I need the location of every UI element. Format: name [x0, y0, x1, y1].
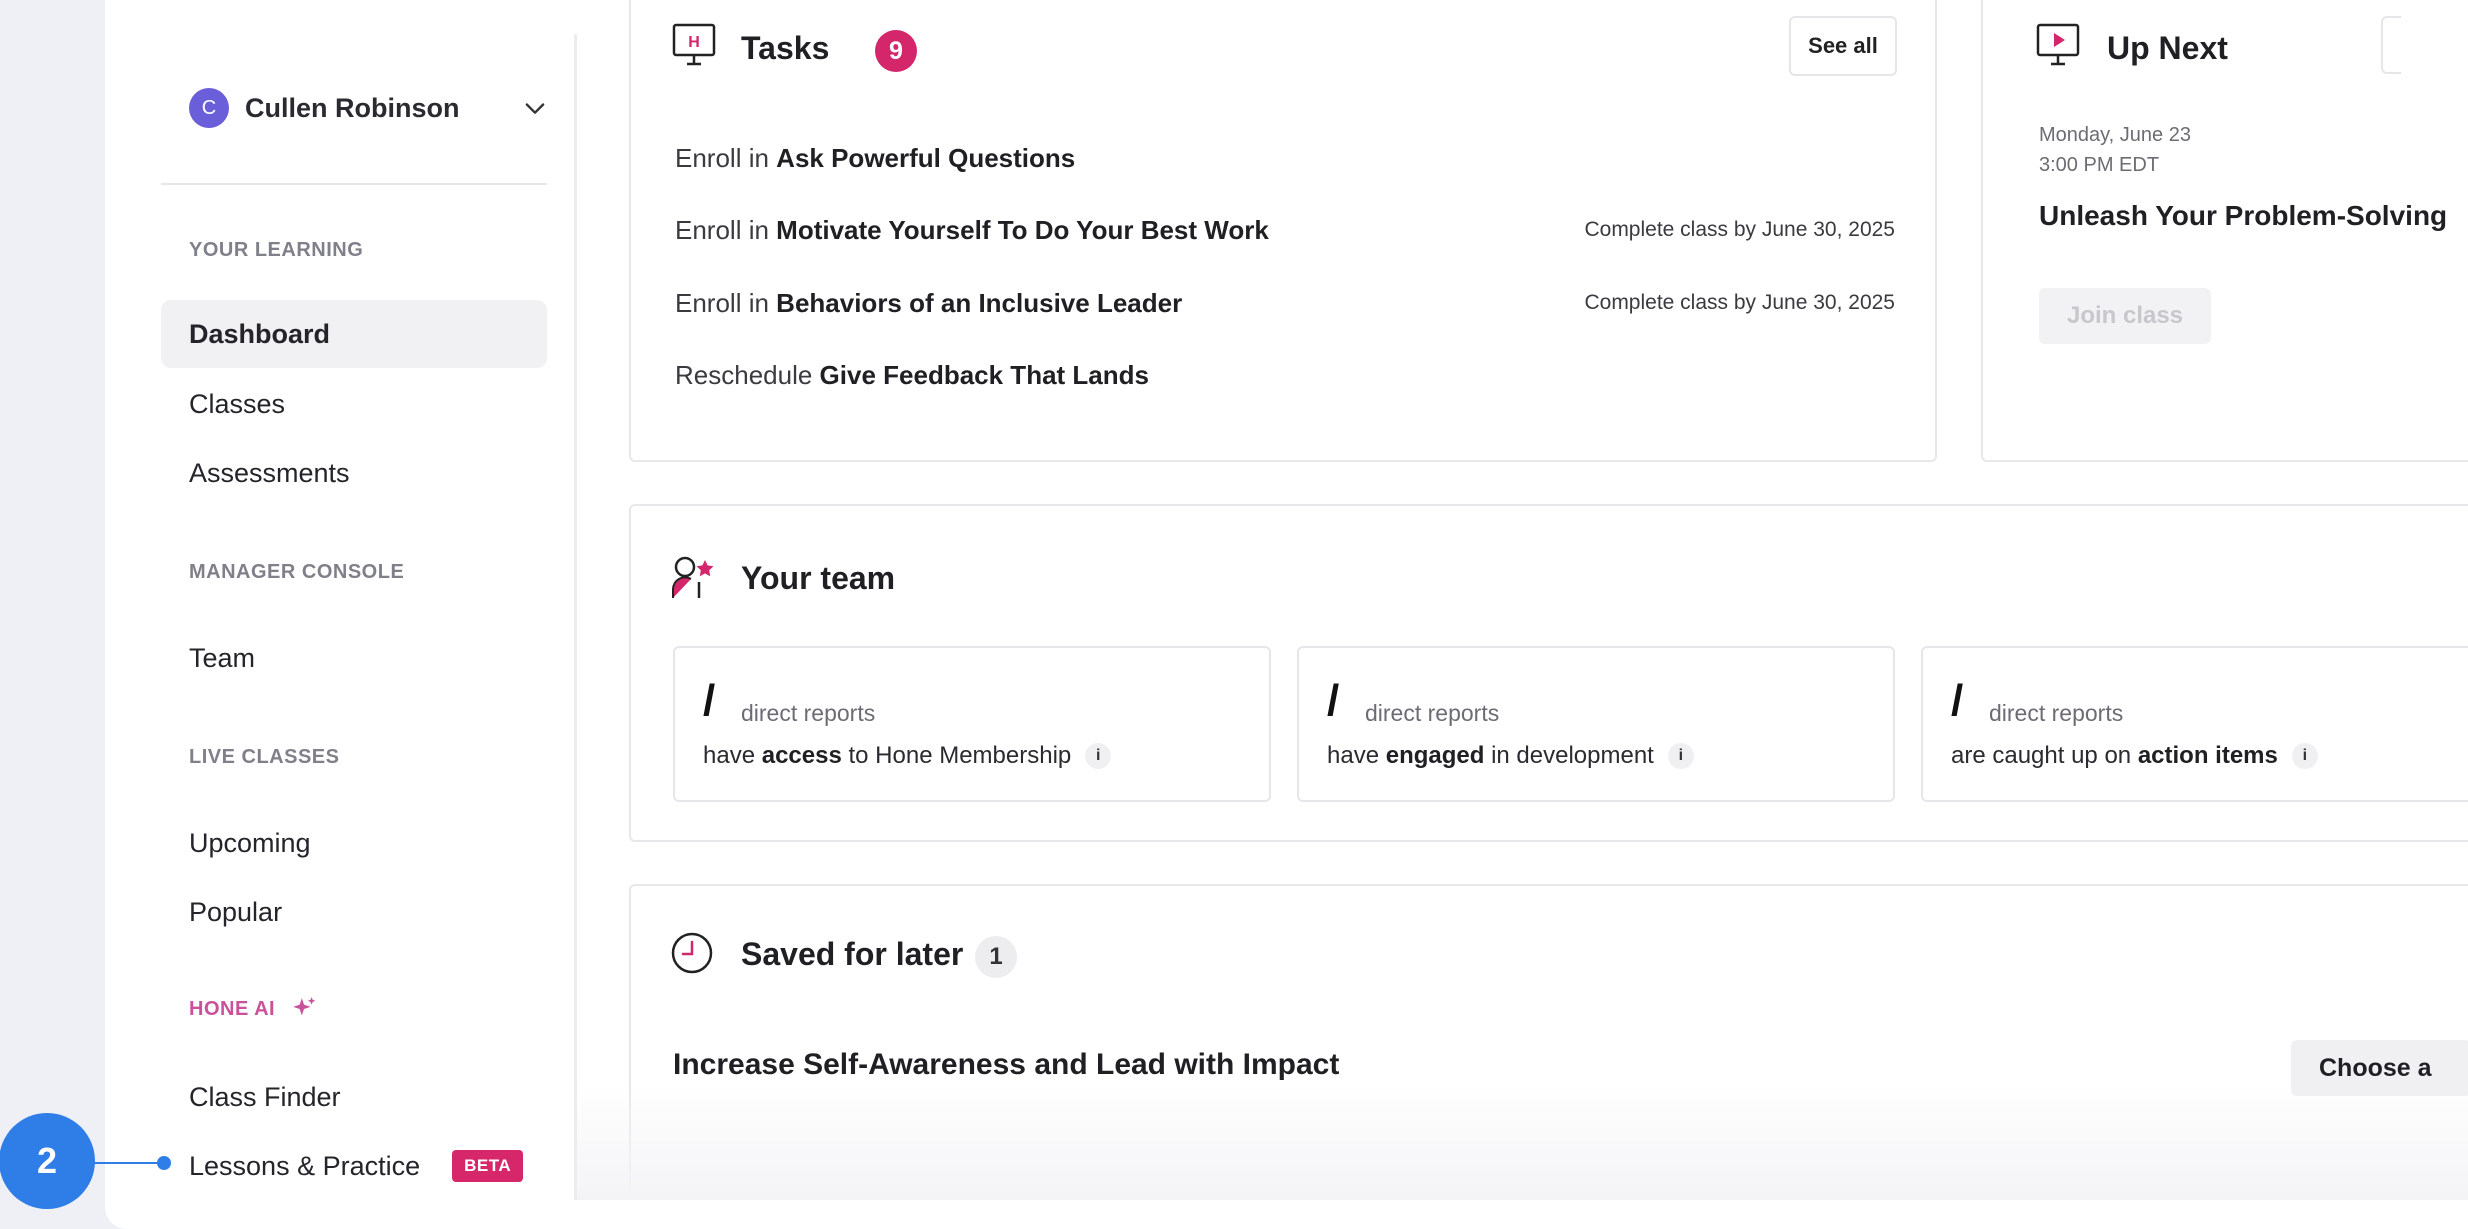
- up-next-title: Up Next: [2107, 30, 2228, 66]
- chevron-down-icon[interactable]: [521, 94, 549, 122]
- task-text: Enroll in Behaviors of an Inclusive Lead…: [675, 287, 1183, 318]
- task-text: Enroll in Ask Powerful Questions: [675, 142, 1076, 173]
- monitor-icon: H: [672, 23, 716, 66]
- sidebar-item-class-finder[interactable]: Class Finder: [161, 1063, 547, 1131]
- marker-dot: [157, 1156, 171, 1170]
- sidebar-item-classes[interactable]: Classes: [161, 370, 547, 438]
- stat-description: have engaged in development i: [1327, 742, 1694, 770]
- stat-description: have access to Hone Membership i: [703, 742, 1112, 770]
- task-row[interactable]: Enroll in Motivate Yourself To Do Your B…: [675, 210, 1895, 250]
- up-next-date: Monday, June 23: [2039, 124, 2191, 146]
- task-row[interactable]: Reschedule Give Feedback That Lands: [675, 355, 1895, 395]
- tasks-count-badge: 9: [875, 30, 917, 72]
- stat-value: /: [1327, 676, 1340, 725]
- stat-value: /: [703, 676, 716, 725]
- your-team-card: Your team / direct reports have access t…: [629, 504, 2468, 842]
- tasks-card: H Tasks 9 See all Enroll in Ask Powerful…: [629, 0, 1937, 462]
- svg-text:H: H: [688, 34, 700, 51]
- stat-card-action-items: / direct reports are caught up on action…: [1921, 646, 2468, 802]
- see-all-button[interactable]: See all: [1789, 16, 1897, 76]
- info-icon[interactable]: i: [2291, 743, 2318, 769]
- user-menu[interactable]: C Cullen Robinson: [189, 86, 549, 130]
- saved-title: Saved for later: [741, 936, 964, 972]
- up-next-time: 3:00 PM EDT: [2039, 154, 2160, 176]
- stat-caption: direct reports: [1365, 700, 1500, 726]
- stat-value: /: [1951, 676, 1964, 725]
- info-icon[interactable]: i: [1085, 743, 1112, 769]
- sidebar-item-popular[interactable]: Popular: [161, 878, 547, 946]
- sidebar: C Cullen Robinson YOUR LEARNING Dashboar…: [105, 0, 575, 1200]
- divider: [161, 183, 547, 185]
- marker-connector: [94, 1162, 164, 1164]
- sidebar-item-dashboard[interactable]: Dashboard: [161, 300, 547, 368]
- stat-caption: direct reports: [1989, 700, 2124, 726]
- saved-count-badge: 1: [975, 936, 1017, 978]
- task-text: Reschedule Give Feedback That Lands: [675, 359, 1149, 390]
- section-manager-console: MANAGER CONSOLE: [189, 561, 405, 583]
- stat-card-access: / direct reports have access to Hone Mem…: [673, 646, 1271, 802]
- info-icon[interactable]: i: [1667, 743, 1694, 769]
- sidebar-item-lessons-practice[interactable]: Lessons & Practice BETA: [161, 1132, 547, 1200]
- clock-icon: [671, 932, 713, 974]
- main-content: H Tasks 9 See all Enroll in Ask Powerful…: [577, 0, 2468, 1200]
- app-window: C Cullen Robinson YOUR LEARNING Dashboar…: [105, 0, 2468, 1229]
- join-class-button[interactable]: Join class: [2039, 288, 2211, 344]
- user-name: Cullen Robinson: [245, 92, 460, 123]
- play-monitor-icon: [2036, 23, 2080, 66]
- your-team-title: Your team: [741, 560, 896, 596]
- task-text: Enroll in Motivate Yourself To Do Your B…: [675, 214, 1269, 245]
- task-row[interactable]: Enroll in Behaviors of an Inclusive Lead…: [675, 283, 1895, 323]
- up-next-class-title[interactable]: Unleash Your Problem-Solving: [2039, 200, 2447, 232]
- step-marker: 2: [0, 1113, 95, 1209]
- beta-badge: BETA: [452, 1150, 524, 1182]
- up-next-edge-button[interactable]: [2381, 16, 2401, 74]
- lessons-practice-label: Lessons & Practice: [189, 1150, 421, 1181]
- sparkle-icon: [293, 997, 316, 1016]
- sidebar-item-team[interactable]: Team: [161, 624, 547, 692]
- saved-item-title[interactable]: Increase Self-Awareness and Lead with Im…: [673, 1048, 1339, 1082]
- scroll-fade: [577, 1082, 2468, 1200]
- stat-card-engaged: / direct reports have engaged in develop…: [1297, 646, 1895, 802]
- section-live-classes: LIVE CLASSES: [189, 746, 340, 768]
- team-star-icon: [672, 556, 714, 598]
- section-hone-ai: HONE AI: [189, 996, 317, 1022]
- task-row[interactable]: Enroll in Ask Powerful Questions: [675, 138, 1895, 178]
- stat-caption: direct reports: [741, 700, 876, 726]
- sidebar-item-assessments[interactable]: Assessments: [161, 439, 547, 507]
- sidebar-item-upcoming[interactable]: Upcoming: [161, 809, 547, 877]
- task-due: Complete class by June 30, 2025: [1584, 291, 1895, 314]
- hone-ai-label: HONE AI: [189, 997, 276, 1020]
- up-next-card: Up Next Monday, June 23 3:00 PM EDT Unle…: [1981, 0, 2468, 462]
- avatar: C: [189, 88, 229, 128]
- task-due: Complete class by June 30, 2025: [1584, 218, 1895, 241]
- tasks-title: Tasks: [741, 30, 830, 66]
- section-your-learning: YOUR LEARNING: [189, 239, 364, 261]
- stat-description: are caught up on action items i: [1951, 742, 2318, 770]
